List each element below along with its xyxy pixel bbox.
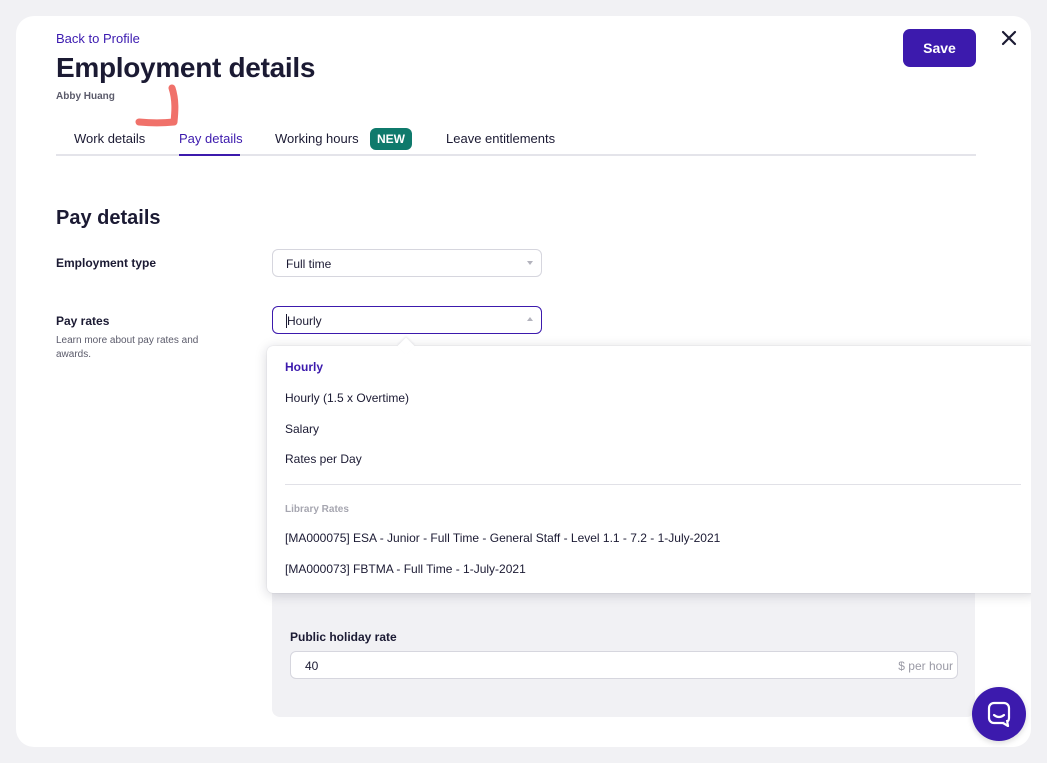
pay-rates-card: Public holiday rate 40 $ per hour <box>272 576 975 717</box>
employment-type-select[interactable]: Full time <box>272 249 542 277</box>
page-title: Employment details <box>56 52 316 83</box>
public-holiday-rate-value: 40 <box>305 659 319 673</box>
dropdown-option-salary[interactable]: Salary <box>285 422 319 436</box>
chat-icon <box>987 701 1011 727</box>
pay-rates-dropdown: Hourly Hourly (1.5 x Overtime) Salary Ra… <box>267 337 1031 593</box>
pay-rates-label: Pay rates <box>56 314 110 328</box>
dropdown-option-library-rate[interactable]: [MA000073] FBTMA - Full Time - 1-July-20… <box>285 562 526 576</box>
dropdown-pointer <box>397 337 415 355</box>
tab-working-hours[interactable]: Working hours <box>275 131 359 146</box>
employment-type-label: Employment type <box>56 256 157 270</box>
chat-button[interactable] <box>972 687 1026 741</box>
chevron-down-icon <box>527 261 533 265</box>
employee-name: Abby Huang <box>56 91 115 102</box>
employment-type-value: Full time <box>286 257 332 271</box>
tab-leave-entitlements[interactable]: Leave entitlements <box>446 131 555 146</box>
dropdown-option-rates-per-day[interactable]: Rates per Day <box>285 452 362 466</box>
pay-rates-select[interactable]: Hourly <box>272 306 542 334</box>
tab-work-details[interactable]: Work details <box>74 131 145 146</box>
annotation-marker <box>135 84 179 127</box>
save-button[interactable]: Save <box>903 29 976 67</box>
employment-details-panel: Back to Profile Employment details Abby … <box>16 16 1031 747</box>
dropdown-option-hourly[interactable]: Hourly <box>285 360 323 374</box>
tab-bar: Work details Pay details Working hours N… <box>56 118 976 156</box>
close-button[interactable] <box>999 28 1019 48</box>
dropdown-option-library-rate[interactable]: [MA000075] ESA - Junior - Full Time - Ge… <box>285 531 720 545</box>
pay-rates-help[interactable]: Learn more about pay rates and awards. <box>56 334 226 362</box>
public-holiday-rate-label: Public holiday rate <box>290 630 397 644</box>
new-badge: NEW <box>370 128 412 150</box>
section-title: Pay details <box>56 207 161 229</box>
dropdown-divider <box>285 484 1021 485</box>
back-to-profile-link[interactable]: Back to Profile <box>56 31 140 46</box>
dropdown-option-hourly-overtime[interactable]: Hourly (1.5 x Overtime) <box>285 391 409 405</box>
active-tab-indicator <box>179 154 240 156</box>
pay-rates-value: Hourly <box>287 314 322 328</box>
public-holiday-rate-input[interactable]: 40 $ per hour <box>290 651 958 679</box>
dropdown-group-label: Library Rates <box>285 504 349 515</box>
tab-pay-details[interactable]: Pay details <box>179 131 243 146</box>
public-holiday-rate-unit: $ per hour <box>898 659 953 673</box>
chevron-up-icon <box>527 317 533 321</box>
close-icon <box>1001 30 1017 46</box>
